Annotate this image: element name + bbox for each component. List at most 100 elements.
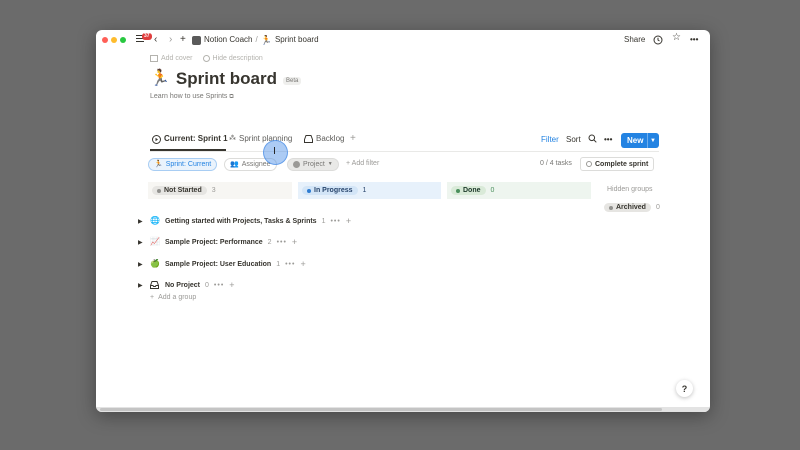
close-window-button[interactable] [102, 37, 108, 43]
status-dot-icon [609, 205, 613, 210]
minimize-window-button[interactable] [111, 37, 117, 43]
filter-button[interactable]: Filter [541, 134, 559, 146]
expand-triangle-icon[interactable]: ▶ [138, 218, 145, 225]
group-add-plus-icon[interactable]: + [346, 216, 351, 226]
column-done-count: 0 [490, 187, 495, 194]
column-in-progress-count: 1 [362, 187, 367, 194]
archived-count: 0 [655, 204, 660, 211]
sprint-filter-pill[interactable]: 🏃 Sprint: Current [148, 158, 218, 171]
group-add-plus-icon[interactable]: + [300, 259, 305, 269]
chart-icon: 📈 [150, 237, 160, 246]
more-options-icon[interactable]: ••• [690, 35, 698, 45]
page-content: Add cover Hide description 🏃 Sprint boar… [96, 50, 710, 408]
hide-description-label: Hide description [212, 55, 263, 62]
new-button[interactable]: New ▼ [621, 133, 659, 148]
tab-backlog[interactable]: Backlog [304, 133, 344, 145]
group-count: 2 [267, 238, 272, 246]
group-add-plus-icon[interactable]: + [292, 237, 297, 247]
group-count: 1 [276, 260, 281, 268]
add-cover-button[interactable]: Add cover [150, 55, 193, 62]
circle-icon [586, 161, 592, 167]
status-dot-icon [456, 188, 460, 193]
column-done[interactable]: Done 0 [447, 182, 591, 199]
image-icon [150, 55, 158, 62]
breadcrumb-separator: / [255, 35, 258, 44]
favorite-star-icon[interactable]: ☆ [672, 33, 681, 43]
share-button[interactable]: Share [624, 35, 645, 45]
column-in-progress[interactable]: In Progress 1 [298, 182, 441, 199]
home-icon [192, 35, 201, 45]
learn-sprints-link[interactable]: Learn how to use Sprints ⧉ [150, 93, 234, 101]
new-page-plus-icon[interactable]: + [180, 34, 186, 46]
runner-icon: 🏃 [154, 161, 163, 168]
hide-description-button[interactable]: Hide description [202, 55, 263, 62]
group-more-icon[interactable]: ••• [214, 282, 224, 289]
group-add-plus-icon[interactable]: + [229, 280, 234, 290]
runner-icon[interactable]: 🏃 [150, 70, 170, 88]
expand-triangle-icon[interactable]: ▶ [138, 239, 145, 246]
column-in-progress-label: In Progress [314, 187, 353, 194]
add-group-button[interactable]: + Add a group [150, 294, 196, 301]
complete-sprint-button[interactable]: Complete sprint [580, 157, 655, 171]
search-icon[interactable] [588, 134, 597, 143]
plus-icon: + [150, 294, 155, 301]
group-row-user-education[interactable]: ▶ 🍏 Sample Project: User Education 1 •••… [138, 258, 306, 270]
group-row-getting-started[interactable]: ▶ 🌐 Getting started with Projects, Tasks… [138, 215, 351, 227]
help-button[interactable]: ? [676, 380, 693, 397]
add-filter-button[interactable]: + Add filter [346, 160, 379, 167]
page-title[interactable]: Sprint board [176, 69, 277, 89]
external-link-icon: ⧉ [229, 94, 234, 100]
expand-triangle-icon[interactable]: ▶ [138, 261, 145, 268]
column-not-started[interactable]: Not Started 3 [148, 182, 292, 199]
complete-sprint-label: Complete sprint [595, 160, 649, 168]
notification-badge: 37 [142, 33, 152, 40]
status-tag-not-started: Not Started [152, 186, 207, 195]
project-filter-pill[interactable]: Project ▼ [287, 158, 339, 171]
column-not-started-label: Not Started [164, 187, 202, 194]
info-icon [202, 55, 210, 62]
column-not-started-count: 3 [211, 187, 216, 194]
maximize-window-button[interactable] [120, 37, 126, 43]
beta-badge: Beta [282, 76, 302, 85]
expand-triangle-icon[interactable]: ▶ [138, 282, 145, 289]
forward-arrow-icon[interactable]: › [169, 34, 172, 46]
hidden-groups-label: Hidden groups [607, 186, 653, 193]
scrollbar-thumb[interactable] [100, 408, 662, 411]
chevron-down-icon: ▼ [327, 161, 333, 167]
play-icon [152, 134, 161, 144]
view-more-icon[interactable]: ••• [604, 134, 612, 146]
task-count: 0 / 4 tasks [540, 160, 572, 167]
column-done-label: Done [463, 187, 481, 194]
title-bar: 37 ‹ › + Notion Coach / 🏃 Sprint board S… [96, 30, 710, 50]
group-name: Sample Project: User Education [165, 260, 272, 268]
archived-group[interactable]: Archived 0 [604, 203, 660, 212]
page-title-row: 🏃 Sprint board Beta [150, 69, 302, 89]
group-more-icon[interactable]: ••• [285, 261, 295, 268]
breadcrumb: Notion Coach / 🏃 Sprint board [192, 35, 319, 45]
group-row-performance[interactable]: ▶ 📈 Sample Project: Performance 2 ••• + [138, 236, 297, 248]
app-window: 37 ‹ › + Notion Coach / 🏃 Sprint board S… [96, 30, 710, 412]
chevron-down-icon[interactable]: ▼ [648, 138, 656, 144]
archived-label: Archived [616, 204, 646, 211]
add-group-label: Add a group [158, 294, 197, 301]
tab-current-sprint-label: Current: Sprint 1 [164, 134, 228, 143]
people-icon: 👥 [230, 161, 239, 168]
history-clock-icon[interactable] [653, 35, 663, 45]
text-cursor-icon: I [273, 146, 276, 157]
breadcrumb-workspace[interactable]: Notion Coach [204, 35, 252, 45]
add-filter-label: Add filter [351, 160, 380, 167]
breadcrumb-page[interactable]: Sprint board [275, 35, 319, 45]
back-arrow-icon[interactable]: ‹ [154, 34, 157, 46]
page-meta-row: Add cover Hide description [150, 55, 263, 62]
globe-icon: 🌐 [150, 216, 160, 225]
sort-button[interactable]: Sort [566, 134, 581, 146]
status-tag-in-progress: In Progress [302, 186, 358, 195]
group-more-icon[interactable]: ••• [277, 239, 287, 246]
horizontal-scrollbar[interactable] [96, 407, 710, 412]
group-count: 1 [321, 217, 326, 225]
tab-current-sprint[interactable]: Current: Sprint 1 [152, 133, 228, 145]
view-tabs: Current: Sprint 1 ⁂ Sprint planning Back… [96, 133, 710, 151]
group-row-no-project[interactable]: ▶ No Project 0 ••• + [138, 279, 235, 291]
add-view-plus-icon[interactable]: + [350, 133, 356, 145]
group-more-icon[interactable]: ••• [330, 218, 340, 225]
